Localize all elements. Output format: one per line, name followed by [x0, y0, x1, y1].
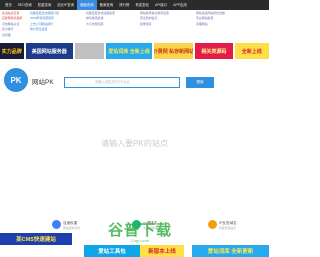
- link-item[interactable]: 账户安全设置: [30, 27, 59, 32]
- nav-item[interactable]: 权重查询: [35, 0, 55, 10]
- site-name: 网站PK: [32, 79, 54, 86]
- search-button[interactable]: 搜索: [186, 77, 214, 88]
- bottom-banner-wordlib[interactable]: 爱站词库 全新更新: [192, 245, 269, 257]
- nav-item[interactable]: 超级查询: [77, 0, 97, 10]
- ad-banner[interactable]: [74, 43, 105, 59]
- links-panel: 先进站点走势 互联网增长趋势 可信网站认证 实力排行 访问量 谷歌百度优化保障计划 202…: [0, 11, 269, 44]
- link-item[interactable]: 访问量: [2, 33, 22, 38]
- link-item[interactable]: 清理网站: [196, 22, 225, 27]
- nav-item[interactable]: APP应用: [170, 0, 190, 10]
- link-column-2: 谷歌百度优化保障计划 2023年新闻源测评 上市公司网站排行 账户安全设置: [30, 11, 59, 44]
- nav-item[interactable]: 首页: [2, 0, 15, 10]
- link-column-4: 网站收录提交收录设置 安全防护监控 权重测评: [140, 11, 169, 44]
- nav-item[interactable]: SEO查询: [15, 0, 35, 10]
- top-navigation: 首页 SEO查询 权重查询 站长IP查询 超级查询 备案查询 排行榜 有奖发帖 API接口 APP…: [0, 0, 269, 10]
- ad-banner[interactable]: 相关类源码: [195, 43, 233, 59]
- watermark: 谷普下载: [107, 222, 172, 239]
- nav-item[interactable]: 排行榜: [116, 0, 132, 10]
- tool-sub-baidu-weight: 网站权重查询: [63, 226, 80, 230]
- bottom-banner-cms[interactable]: 某CMS快速建站: [0, 233, 72, 245]
- link-column-1: 先进站点走势 互联网增长趋势 可信网站认证 实力排行 访问量: [2, 11, 22, 44]
- nav-item[interactable]: API接口: [152, 0, 170, 10]
- tool-icon-ip-reverse: [208, 220, 217, 229]
- tool-icon-baidu-weight: [52, 220, 61, 229]
- bottom-banner-new-version[interactable]: 新版本上线: [140, 245, 184, 257]
- link-column-5: 网站建设网站优化套餐 专业网站装修 清理网站: [196, 11, 225, 44]
- nav-item[interactable]: 站长IP查询: [54, 0, 77, 10]
- empty-state-hint: 请输入要PK的站点: [101, 139, 168, 148]
- bottom-banner-toolkit[interactable]: 爱站工具包: [84, 245, 140, 257]
- watermark-sub: Cngu.com: [130, 238, 150, 243]
- ad-banner-strip: 实力品牌 美国网站服务器 爱站词库 全新上线 计费网 私存新网站 相关类源码 全新上线: [0, 43, 270, 59]
- search-input[interactable]: 请输入域名进行PK对比: [64, 77, 180, 88]
- ad-banner[interactable]: 美国网站服务器: [25, 43, 73, 59]
- ad-banner[interactable]: 实力品牌: [0, 43, 24, 59]
- link-item[interactable]: 权重测评: [140, 22, 169, 27]
- link-item[interactable]: 大众化新闻源: [86, 22, 115, 27]
- nav-item[interactable]: 备案查询: [97, 0, 117, 10]
- link-column-3: 谷歌百度优化连锁加盟 神马收录最快 大众化新闻源: [86, 11, 115, 44]
- logo-text: PK: [10, 75, 22, 85]
- ad-banner[interactable]: 计费网 私存新网站: [153, 43, 194, 59]
- nav-item[interactable]: 有奖发帖: [132, 0, 152, 10]
- site-logo: PK: [4, 68, 28, 92]
- tool-sub-ip-reverse: 同服务器站点: [219, 226, 236, 230]
- ad-banner[interactable]: 全新上线: [234, 43, 270, 59]
- ad-banner[interactable]: 爱站词库 全新上线: [106, 43, 152, 59]
